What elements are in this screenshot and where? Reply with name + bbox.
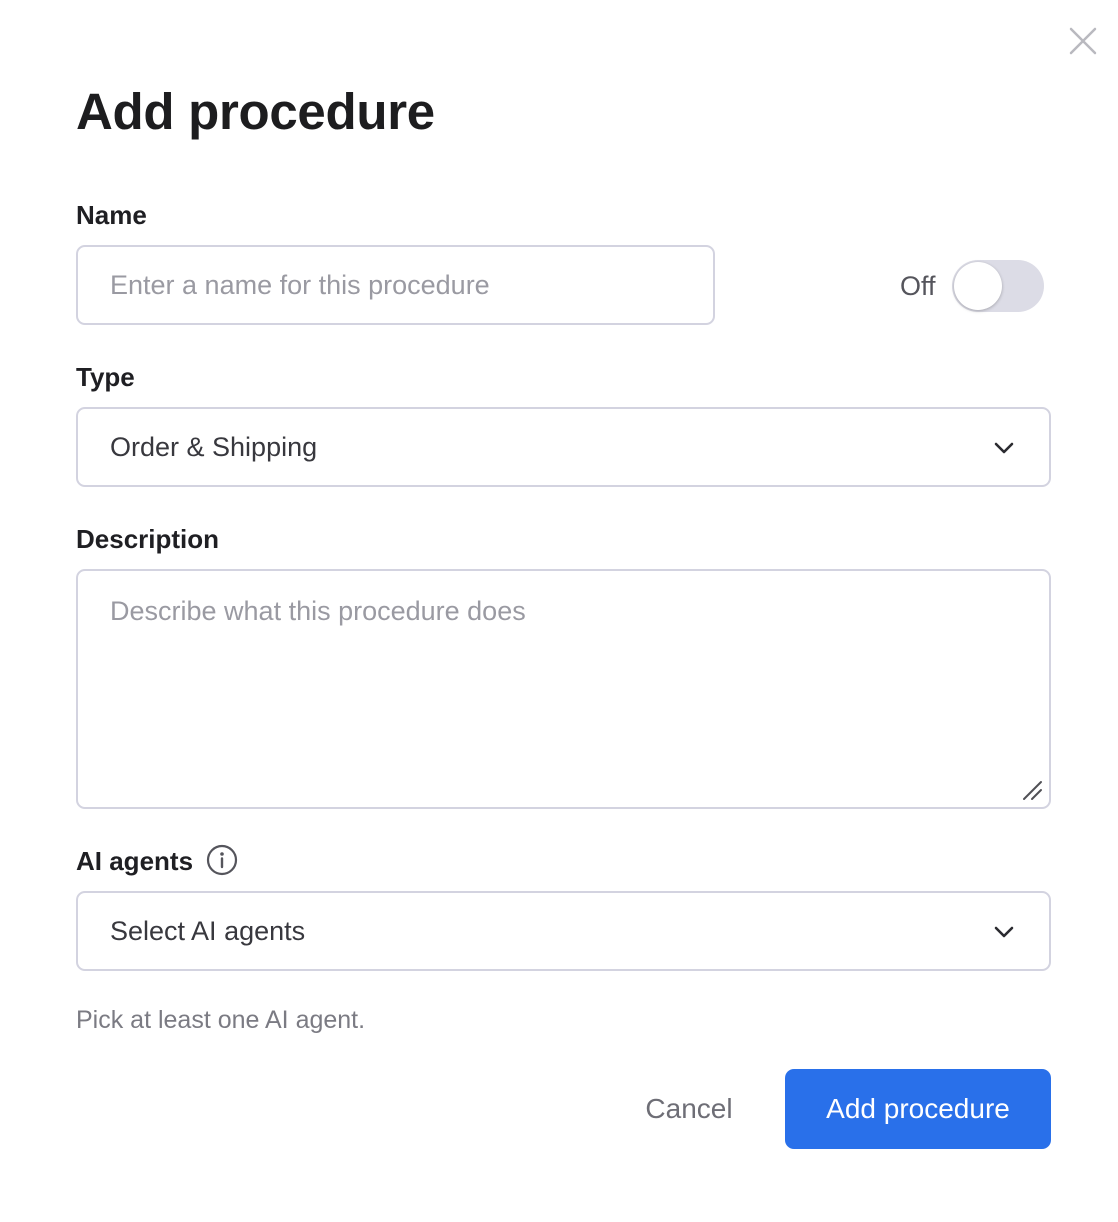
toggle-label: Off [900, 270, 936, 301]
ai-agents-label: AI agents [76, 846, 194, 876]
resize-handle-icon[interactable] [1021, 779, 1043, 801]
name-field-box [76, 245, 715, 325]
dialog-title: Add procedure [76, 83, 435, 140]
description-label: Description [76, 524, 220, 554]
cancel-button[interactable]: Cancel [620, 1070, 758, 1148]
add-procedure-button[interactable]: Add procedure [785, 1069, 1051, 1149]
ai-agents-select[interactable]: Select AI agents [76, 891, 1051, 971]
toggle-knob [953, 262, 1002, 310]
type-select[interactable]: Order & Shipping [76, 407, 1051, 487]
description-field-box [76, 569, 1051, 809]
chevron-down-icon [993, 921, 1015, 943]
close-button[interactable] [1066, 24, 1100, 58]
name-input[interactable] [110, 247, 680, 323]
status-toggle[interactable] [951, 260, 1044, 312]
status-toggle-group: Off [900, 260, 1044, 312]
type-selected-value: Order & Shipping [110, 432, 318, 462]
chevron-down-icon [993, 437, 1015, 459]
description-textarea[interactable] [110, 593, 1010, 783]
close-icon [1069, 27, 1097, 55]
info-icon[interactable] [206, 844, 238, 876]
ai-agents-label-group: AI agents [76, 845, 238, 879]
type-label: Type [76, 362, 135, 392]
name-label: Name [76, 200, 147, 230]
ai-agents-helper-text: Pick at least one AI agent. [76, 1006, 366, 1034]
ai-agents-placeholder: Select AI agents [110, 916, 306, 946]
